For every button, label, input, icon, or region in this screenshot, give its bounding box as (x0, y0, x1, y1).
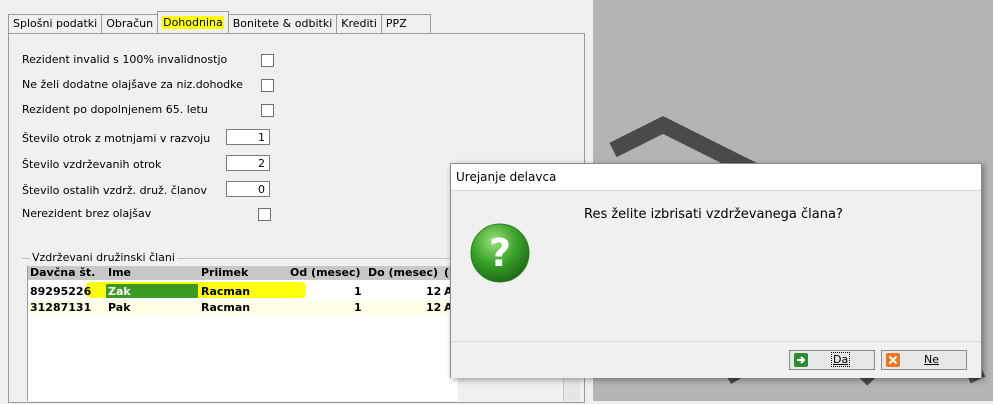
tab-general[interactable]: Splošni podatki (8, 14, 103, 33)
members-group-label: Vzdrževani družinski člani (30, 251, 177, 264)
column-header[interactable]: ( (444, 266, 449, 279)
no-relief-label: Ne želi dodatne olajšave za niz.dohodke (22, 78, 243, 91)
no-relief-checkbox[interactable] (261, 79, 274, 92)
name-cell: Zak (108, 285, 131, 298)
to-month-cell: 12 (426, 285, 442, 298)
cancel-x-icon (886, 353, 900, 367)
disabled-children-label: Število otrok z motnjami v razvoju (22, 132, 211, 145)
children-label: Število vzdrževanih otrok (22, 158, 162, 171)
table-header: Davčna št. Ime Priimek Od (mesec) Do (me… (28, 266, 458, 280)
children-input[interactable]: 2 (226, 155, 270, 171)
tax-number-cell: 89295226 (30, 285, 92, 298)
nonresident-checkbox[interactable] (258, 208, 271, 221)
nonresident-label: Nerezident brez olajšav (22, 207, 152, 220)
from-month-cell: 1 (354, 301, 362, 314)
table-row[interactable]: 31287131 Pak Racman 1 12 A (28, 301, 458, 315)
dialog-body: ? Res želite izbrisati vzdrževanega član… (451, 191, 981, 341)
to-month-cell: 12 (426, 301, 442, 314)
tab-income-tax[interactable]: Dohodnina (157, 11, 229, 33)
column-header[interactable]: Do (mesec) (368, 266, 438, 279)
no-button-label: Ne (924, 353, 939, 366)
table-row[interactable]: 89295226 Zak Racman 1 12 A (28, 284, 458, 299)
dialog-footer: Da Ne (451, 341, 981, 378)
invalid-checkbox[interactable] (261, 54, 274, 67)
column-header[interactable]: Priimek (201, 266, 248, 279)
members-table[interactable]: Davčna št. Ime Priimek Od (mesec) Do (me… (27, 266, 458, 401)
arrow-right-icon (794, 353, 808, 367)
surname-cell: Racman (201, 301, 251, 314)
from-month-cell: 1 (354, 285, 362, 298)
over65-label: Rezident po dopolnjenem 65. letu (22, 103, 208, 116)
dialog-titlebar[interactable]: Urejanje delavca (451, 164, 981, 191)
dialog-message: Res želite izbrisati vzdrževanega člana? (584, 207, 843, 222)
dialog-title: Urejanje delavca (456, 170, 557, 184)
tab-benefits[interactable]: Bonitete & odbitki (227, 14, 338, 33)
column-header[interactable]: Davčna št. (30, 266, 95, 279)
no-button[interactable]: Ne (881, 350, 967, 370)
svg-text:?: ? (489, 231, 511, 275)
tax-number-cell: 31287131 (30, 301, 92, 314)
other-members-label: Število ostalih vzdrž. druž. članov (22, 184, 207, 197)
name-cell: Pak (108, 301, 131, 314)
tab-ppz[interactable]: PPZ (380, 14, 431, 33)
tab-strip: Splošni podatki Obračun Dohodnina Bonite… (8, 11, 431, 33)
tab-payroll[interactable]: Obračun (101, 14, 159, 33)
yes-button[interactable]: Da (789, 350, 875, 370)
disabled-children-input[interactable]: 1 (226, 129, 270, 145)
column-header[interactable]: Ime (108, 266, 131, 279)
over65-checkbox[interactable] (261, 104, 274, 117)
question-icon: ? (470, 223, 530, 283)
confirm-dialog: Urejanje delavca ? Res želite izbrisati … (450, 163, 982, 378)
yes-button-label: Da (830, 352, 851, 367)
other-members-input[interactable]: 0 (226, 181, 270, 197)
tab-credits[interactable]: Krediti (336, 14, 382, 33)
tab-income-tax-label: Dohodnina (162, 16, 224, 29)
column-header[interactable]: Od (mesec) (290, 266, 361, 279)
surname-cell: Racman (201, 285, 251, 298)
invalid-label: Rezident invalid s 100% invalidnostjo (22, 53, 228, 66)
